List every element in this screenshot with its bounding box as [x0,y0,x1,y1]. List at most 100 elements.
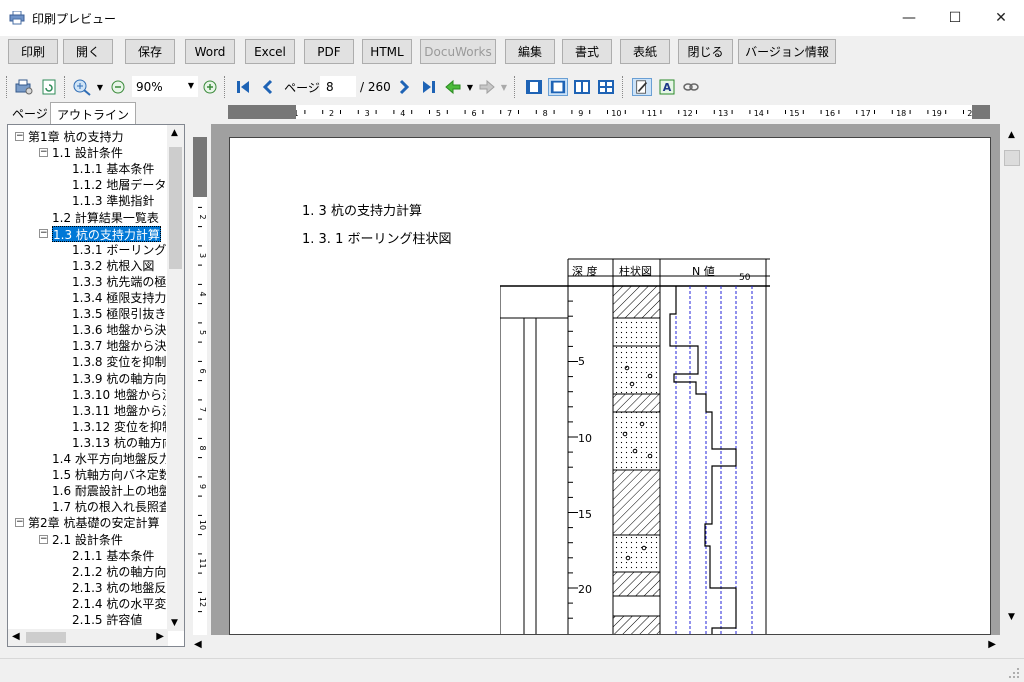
tree-item[interactable]: 1.4 水平方向地盤反力 [52,451,166,467]
tree-item[interactable]: 1.2 計算結果一覧表 [52,210,159,226]
preview-scroll-thumb[interactable] [1004,150,1020,166]
page-number-input[interactable]: 8 [320,76,356,97]
print-button[interactable]: 印刷 [8,39,58,64]
tree-item[interactable]: 2.1.1 基本条件 [72,548,154,564]
tree-item[interactable]: 2.1 設計条件 [52,532,123,548]
tree-item[interactable]: 1.3.12 変位を抑制 [72,419,166,435]
previous-page-icon[interactable] [260,78,276,96]
zoom-in-icon[interactable] [72,78,92,96]
docuworks-button[interactable]: DocuWorks [420,39,496,64]
back-history-dropdown-icon[interactable]: ▼ [465,78,475,96]
tree-item[interactable]: 2.1.3 杭の地盤反力 [72,580,166,596]
multi-page-view-icon[interactable] [596,78,616,96]
collapse-toggle-icon[interactable]: − [39,534,48,544]
tree-item[interactable]: 1.3.1 ボーリング柱状 [72,242,166,258]
outline-tree[interactable]: − 第1章 杭の支持力 −1.1 設計条件 1.1.1 基本条件 1.1.2 地層データ… [7,124,185,647]
html-button[interactable]: HTML [362,39,412,64]
close-window-button[interactable]: ✕ [978,0,1024,36]
tree-item[interactable]: 1.3.9 杭の軸方向 [72,371,166,387]
collapse-toggle-icon[interactable]: − [39,228,48,238]
forward-history-dropdown-icon[interactable]: ▼ [499,78,509,96]
last-page-icon[interactable] [420,78,438,96]
tree-item[interactable]: 1.3.6 地盤から決ま [72,322,166,338]
tree-scroll-thumb[interactable] [169,147,182,269]
tab-outline[interactable]: アウトライン [50,102,137,125]
soil-layer [612,615,661,634]
collapse-toggle-icon[interactable]: − [15,132,24,141]
format-button[interactable]: 書式 [562,39,612,64]
tree-item[interactable]: 1.1 設計条件 [52,145,123,161]
two-page-view-icon[interactable] [572,78,592,96]
tree-item[interactable]: 1.1.1 基本条件 [72,161,154,177]
tree-item[interactable]: 1.3.8 変位を抑制 [72,354,166,370]
back-arrow-icon[interactable] [444,78,462,96]
scroll-right-icon[interactable]: ▶ [988,639,996,650]
word-button[interactable]: Word [185,39,235,64]
soil-layer [612,571,661,597]
tree-vertical-scrollbar[interactable]: ▲ ▼ [167,125,184,631]
maximize-button[interactable]: ☐ [932,0,978,36]
tree-item[interactable]: 第2章 杭基礎の安定計算 [28,515,159,531]
zoom-select[interactable]: 90% ▼ [132,76,198,97]
link-icon[interactable] [682,78,700,96]
tree-item[interactable]: 1.3.5 極限引抜き [72,306,166,322]
tree-item[interactable]: 1.3.11 地盤から決 [72,403,166,419]
zoom-dropdown-arrow-icon[interactable]: ▼ [95,78,105,96]
tree-hscroll-thumb[interactable] [26,632,66,643]
collapse-toggle-icon[interactable]: − [15,518,24,528]
version-info-button[interactable]: バージョン情報 [738,39,836,64]
zoom-plus-icon[interactable] [202,78,218,96]
tree-item[interactable]: 1.3 杭の支持力計算 [52,225,161,242]
tree-item[interactable]: 1.3.7 地盤から決ま [72,338,166,354]
resize-grip-icon[interactable] [1008,667,1020,679]
tree-item[interactable]: 1.1.3 準拠指針 [72,193,154,209]
scroll-left-icon[interactable]: ◀ [12,631,20,642]
page-width-view-icon[interactable] [548,78,568,96]
zoom-out-icon[interactable] [110,78,126,96]
excel-button[interactable]: Excel [245,39,295,64]
scroll-up-icon[interactable]: ▲ [171,128,178,138]
tree-item[interactable]: 1.1.2 地層データ [72,177,166,193]
scroll-down-icon[interactable]: ▼ [171,618,178,628]
save-button[interactable]: 保存 [125,39,175,64]
tree-item[interactable]: 1.3.13 杭の軸方向 [72,435,166,451]
text-annotation-icon[interactable]: A [658,78,676,96]
tree-horizontal-scrollbar[interactable]: ◀ ▶ [8,629,168,646]
tree-item[interactable]: 第1章 杭の支持力 [28,129,123,145]
tree-item[interactable]: 1.3.3 杭先端の極 [72,274,166,290]
tab-page[interactable]: ページ [6,103,54,124]
vertical-ruler-ticks: 2 3 4 5 6 7 8 9 10 11 12 [198,206,207,613]
next-page-icon[interactable] [396,78,412,96]
scroll-right-icon[interactable]: ▶ [156,631,164,642]
tree-item[interactable]: 1.3.4 極限支持力 [72,290,166,306]
first-page-icon[interactable] [234,78,252,96]
forward-arrow-icon[interactable] [478,78,496,96]
soil-layer [612,595,661,617]
pdf-button[interactable]: PDF [304,39,354,64]
printer-setup-icon[interactable] [14,78,34,96]
tree-item[interactable]: 2.1.2 杭の軸方向 [72,564,166,580]
tree-item[interactable]: 2.1.5 許容値 [72,612,142,628]
open-button[interactable]: 開く [63,39,113,64]
tree-item[interactable]: 1.7 杭の根入れ長照査 [52,499,166,515]
refresh-icon[interactable] [40,78,58,96]
single-page-view-icon[interactable] [524,78,544,96]
collapse-toggle-icon[interactable]: − [39,148,48,158]
preview-horizontal-scrollbar[interactable]: ◀ ▶ [190,636,1000,654]
scroll-down-icon[interactable]: ▼ [1008,612,1015,622]
close-preview-button[interactable]: 閉じる [678,39,733,64]
soil-layer [612,534,661,573]
tree-item[interactable]: 2.1.4 杭の水平変位 [72,596,166,612]
pencil-tool-icon[interactable] [632,78,652,96]
ruler-tick-label: 6 [471,109,476,118]
minimize-button[interactable]: — [886,0,932,36]
preview-vertical-scrollbar[interactable]: ▲ ▼ [1000,124,1024,654]
scroll-up-icon[interactable]: ▲ [1008,130,1015,140]
cover-button[interactable]: 表紙 [620,39,670,64]
tree-item[interactable]: 1.5 杭軸方向バネ定数 [52,467,166,483]
edit-button[interactable]: 編集 [505,39,555,64]
tree-item[interactable]: 1.3.2 杭根入図 [72,258,154,274]
tree-item[interactable]: 1.3.10 地盤から決 [72,387,166,403]
scroll-left-icon[interactable]: ◀ [194,639,202,650]
tree-item[interactable]: 1.6 耐震設計上の地盤 [52,483,166,499]
